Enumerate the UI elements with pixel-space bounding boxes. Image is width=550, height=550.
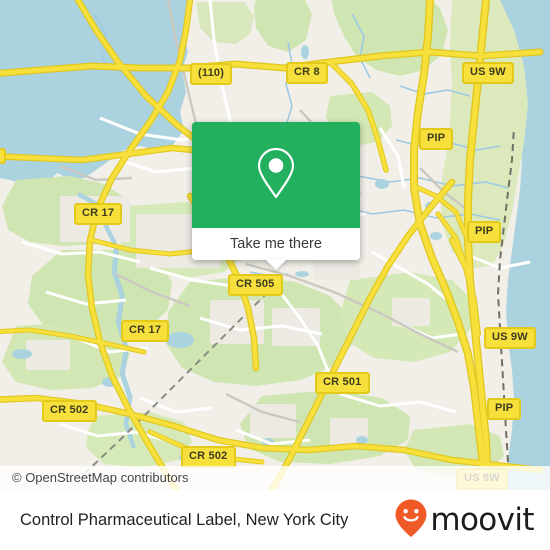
page-title: Control Pharmaceutical Label, New York C… (20, 511, 349, 529)
map-pin-icon (254, 146, 298, 205)
road-shield: PIP (467, 221, 502, 243)
take-me-there-button[interactable]: Take me there (230, 236, 322, 252)
map-canvas[interactable]: (110) CR 8 US 9W PIP CR 17 PIP CR 505 CR… (0, 0, 550, 490)
road-shield: CR 17 (121, 320, 170, 342)
road-shield: PIP (487, 398, 522, 420)
road-shield: CR 502 (181, 446, 236, 468)
road-shield: PIP (419, 128, 454, 150)
popup-action-bar[interactable]: Take me there (192, 228, 360, 260)
moovit-pin-smiley-icon (394, 498, 428, 543)
road-shield: CR 8 (286, 62, 328, 84)
moovit-logo[interactable]: moovit (394, 498, 535, 543)
road-shield: US 9W (484, 327, 536, 349)
map-attribution[interactable]: © OpenStreetMap contributors (0, 466, 550, 490)
road-shield: US 9W (462, 62, 514, 84)
screenshot-root: (110) CR 8 US 9W PIP CR 17 PIP CR 505 CR… (0, 0, 550, 550)
moovit-wordmark: moovit (430, 502, 534, 538)
road-shield: (110) (190, 63, 233, 85)
road-shield: CR 502 (42, 400, 97, 422)
popup-tail-pointer (265, 259, 287, 270)
location-popup-card[interactable]: Take me there (192, 122, 360, 270)
road-shield: CR 505 (228, 274, 283, 296)
road-shield: CR 17 (74, 203, 123, 225)
road-shield: CR 501 (315, 372, 370, 394)
popup-header (192, 122, 360, 228)
bottom-info-bar: Control Pharmaceutical Label, New York C… (0, 490, 550, 550)
road-shield-clipped (0, 148, 6, 164)
